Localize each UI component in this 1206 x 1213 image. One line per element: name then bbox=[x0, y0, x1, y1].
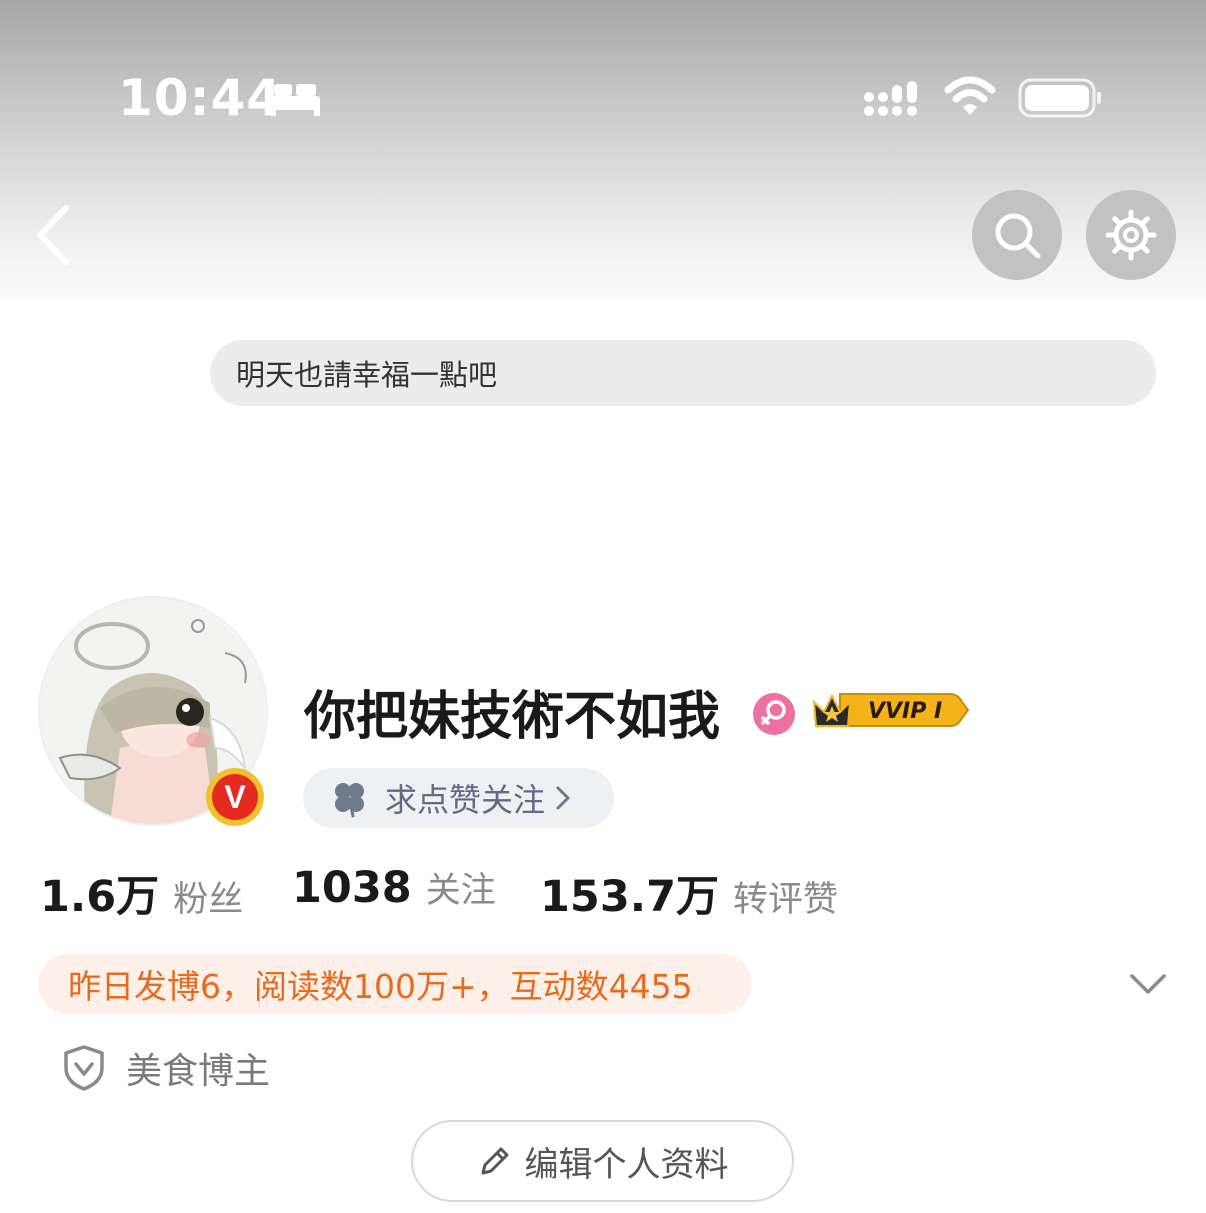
settings-button[interactable] bbox=[1086, 190, 1176, 280]
search-icon bbox=[995, 213, 1041, 259]
profile-name: 你把妹技術不如我 bbox=[304, 687, 721, 747]
search-button[interactable] bbox=[972, 190, 1062, 280]
gear-icon bbox=[1105, 209, 1157, 261]
chevron-right-icon bbox=[556, 786, 570, 810]
edit-profile-button[interactable]: 编辑个人资料 bbox=[411, 1120, 794, 1202]
pencil-icon bbox=[481, 1147, 508, 1175]
verified-badge-mark: V bbox=[212, 774, 258, 820]
clover-icon bbox=[335, 783, 364, 818]
signature-text: 明天也請幸福一點吧 bbox=[236, 358, 498, 392]
creator-tag-label: 美食博主 bbox=[126, 1051, 271, 1092]
chevron-left-icon bbox=[37, 205, 69, 265]
like-follow-label: 求点赞关注 bbox=[385, 781, 546, 819]
back-button[interactable] bbox=[30, 200, 80, 270]
stat-following-value: 1038 bbox=[292, 863, 412, 913]
stat-followers-label: 粉丝 bbox=[173, 880, 244, 920]
activity-summary-text: 昨日发博6，阅读数100万+，互动数4455 bbox=[68, 967, 693, 1006]
stat-interactions-value: 153.7万 bbox=[540, 872, 720, 922]
stat-following[interactable]: 1038 关注 bbox=[292, 862, 496, 913]
battery-icon bbox=[1018, 78, 1101, 118]
verified-badge: V bbox=[206, 768, 264, 826]
cellular-signal-icon bbox=[864, 81, 917, 116]
creator-tag[interactable]: 美食博主 bbox=[62, 1042, 270, 1094]
edit-profile-label: 编辑个人资料 bbox=[524, 1144, 729, 1185]
stat-interactions-label: 转评赞 bbox=[733, 880, 839, 920]
bed-icon bbox=[270, 84, 320, 116]
activity-summary[interactable]: 昨日发博6，阅读数100万+，互动数4455 bbox=[38, 954, 752, 1014]
shield-check-icon bbox=[64, 1045, 104, 1091]
stat-followers-value: 1.6万 bbox=[40, 872, 160, 922]
wifi-icon bbox=[944, 76, 996, 115]
status-time: 10:44 bbox=[118, 69, 283, 127]
vvip-badge-label: VVIP I bbox=[868, 699, 942, 724]
stat-interactions[interactable]: 153.7万 转评赞 bbox=[540, 862, 838, 924]
vvip-badge[interactable]: VVIP I bbox=[810, 688, 972, 732]
chevron-down-icon[interactable] bbox=[1128, 970, 1168, 996]
stat-followers[interactable]: 1.6万 粉丝 bbox=[40, 862, 243, 924]
signature-bar[interactable]: 明天也請幸福一點吧 bbox=[210, 340, 1156, 406]
female-icon bbox=[753, 693, 795, 735]
stat-following-label: 关注 bbox=[425, 871, 496, 911]
status-bar: 10:44 bbox=[0, 0, 1206, 150]
like-follow-chip[interactable]: 求点赞关注 bbox=[303, 768, 614, 828]
